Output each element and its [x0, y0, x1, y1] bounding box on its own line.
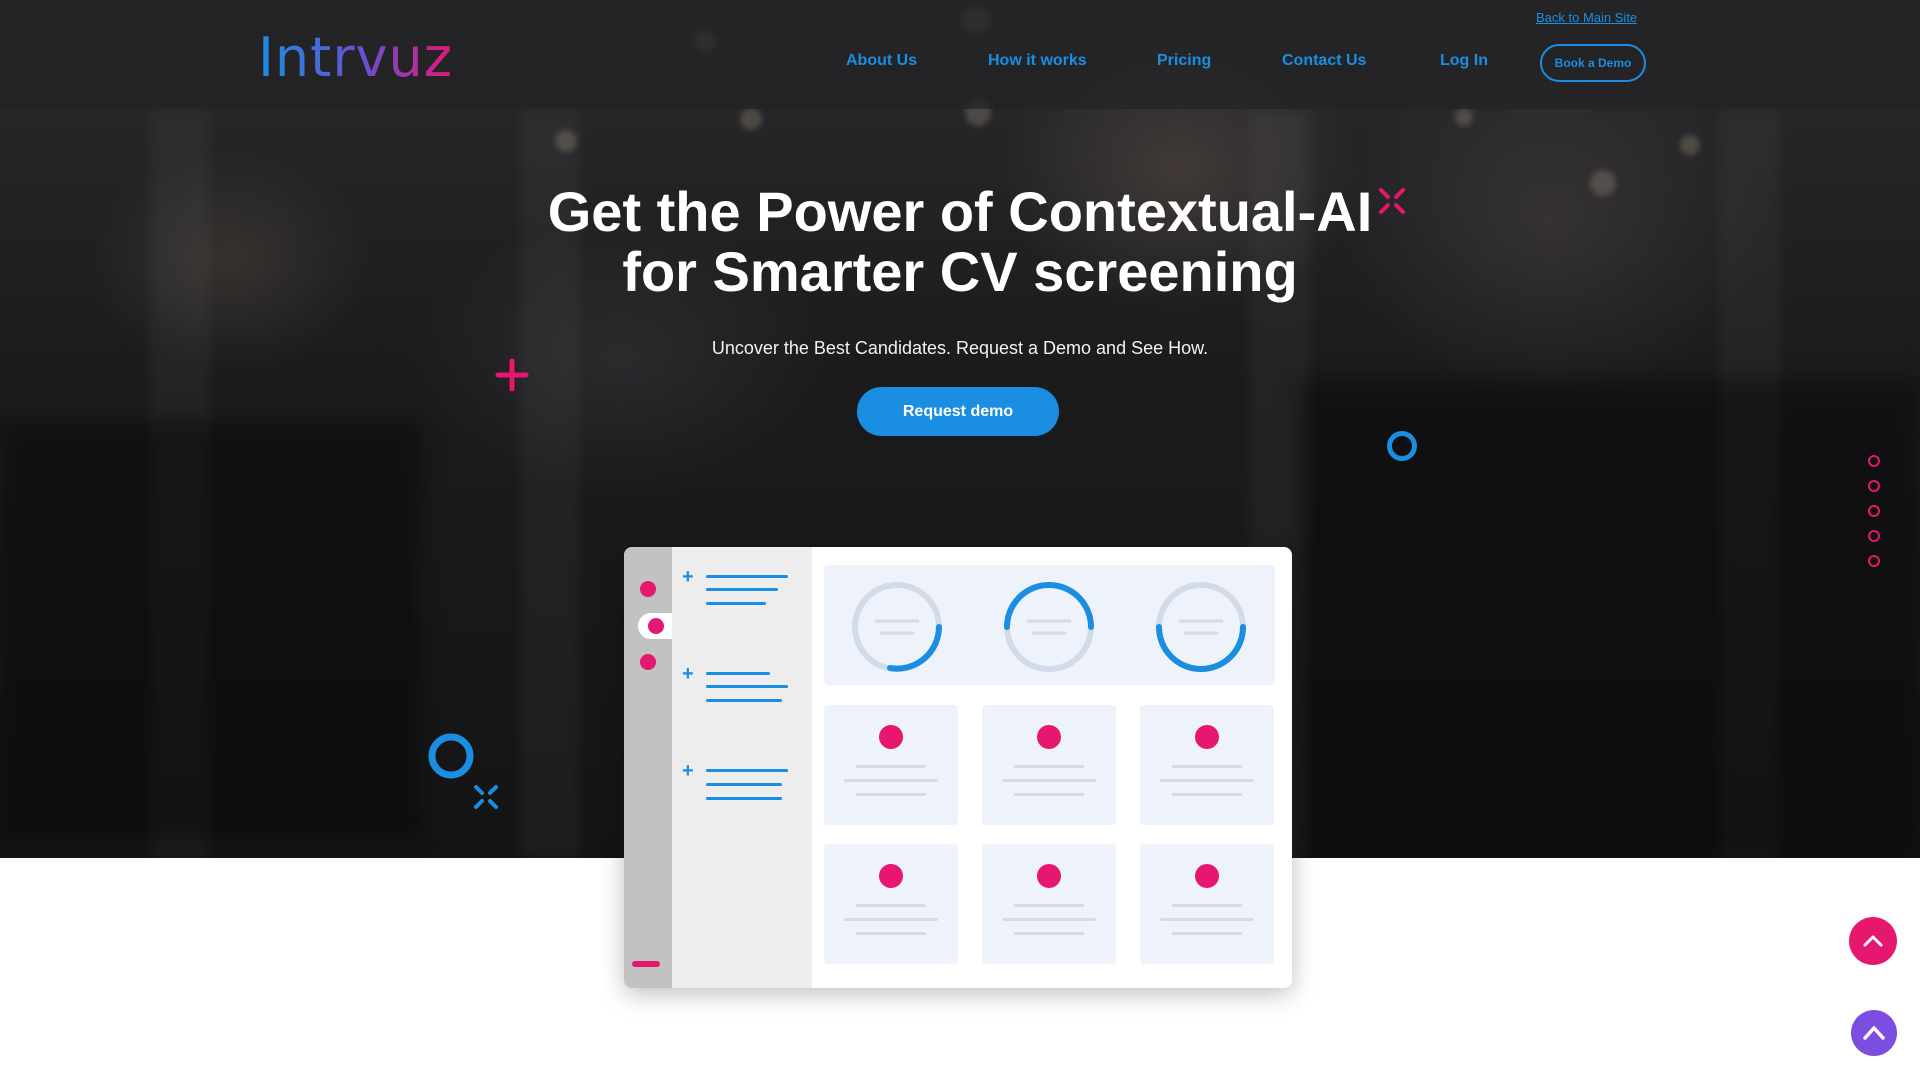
bg-bokeh [1590, 170, 1616, 196]
page-title: Get the Power of Contextual-AI for Smart… [460, 182, 1460, 302]
section-pager-dot[interactable] [1868, 530, 1880, 542]
mockup-gauge [1156, 582, 1246, 672]
mockup-rail-dot [640, 654, 656, 670]
site-header: Intrvuz Back to Main Site About Us How i… [0, 0, 1920, 109]
mockup-line [706, 769, 788, 772]
nav-log-in[interactable]: Log In [1440, 52, 1488, 70]
mockup-line [706, 783, 782, 786]
mockup-line [706, 672, 770, 675]
mockup-line [706, 685, 788, 688]
product-mockup: + + + [624, 547, 1292, 988]
nav-about-us[interactable]: About Us [846, 52, 917, 70]
mockup-candidate-card [824, 705, 958, 825]
section-pager-dot[interactable] [1868, 555, 1880, 567]
scroll-to-top-button[interactable] [1849, 917, 1897, 965]
mockup-candidate-card [824, 844, 958, 964]
scroll-up-button[interactable] [1851, 1010, 1897, 1056]
mockup-gauge [1004, 582, 1094, 672]
mockup-rail-dot [648, 618, 664, 634]
nav-pricing[interactable]: Pricing [1157, 52, 1211, 70]
mockup-plus-icon: + [682, 566, 694, 588]
book-demo-button[interactable]: Book a Demo [1540, 44, 1646, 82]
mockup-line [706, 602, 766, 605]
mockup-candidate-card [1140, 844, 1274, 964]
bg-bokeh [1455, 108, 1473, 126]
mockup-rail-dot [640, 581, 656, 597]
mockup-rail-dash [632, 961, 660, 967]
mockup-candidate-card [982, 705, 1116, 825]
bg-bokeh [740, 108, 762, 130]
mockup-gauges [852, 582, 1246, 672]
blue-ring-large-icon [428, 733, 474, 779]
pink-plus-icon [495, 358, 529, 392]
mockup-plus-icon: + [682, 760, 694, 782]
section-pager-dot[interactable] [1868, 505, 1880, 517]
blue-x-icon [474, 785, 498, 809]
nav-contact-us[interactable]: Contact Us [1282, 52, 1366, 70]
blue-ring-icon [1387, 431, 1417, 461]
mockup-gauge [852, 582, 942, 672]
mockup-line [706, 575, 788, 578]
title-line-2: for Smarter CV screening [622, 240, 1298, 303]
mockup-stats-panel [824, 565, 1275, 685]
chevron-up-icon [1863, 1026, 1885, 1040]
mockup-line [706, 699, 782, 702]
section-pager-dot[interactable] [1868, 455, 1880, 467]
back-to-main-site-link[interactable]: Back to Main Site [1536, 10, 1637, 25]
nav-how-it-works[interactable]: How it works [988, 52, 1087, 70]
title-line-1: Get the Power of Contextual-AI [547, 180, 1373, 243]
chevron-up-icon [1863, 935, 1883, 947]
hero-subtitle: Uncover the Best Candidates. Request a D… [711, 338, 1209, 358]
section-pager-dot[interactable] [1868, 480, 1880, 492]
bg-bokeh [555, 130, 577, 152]
mockup-candidate-card [1140, 705, 1274, 825]
mockup-line [706, 588, 778, 591]
request-demo-button[interactable]: Request demo [857, 387, 1059, 436]
mockup-plus-icon: + [682, 663, 694, 685]
pink-x-icon [1379, 188, 1405, 214]
bg-shadow [0, 420, 420, 840]
bg-bokeh [1680, 135, 1700, 155]
mockup-candidate-card [982, 844, 1116, 964]
mockup-line [706, 797, 782, 800]
